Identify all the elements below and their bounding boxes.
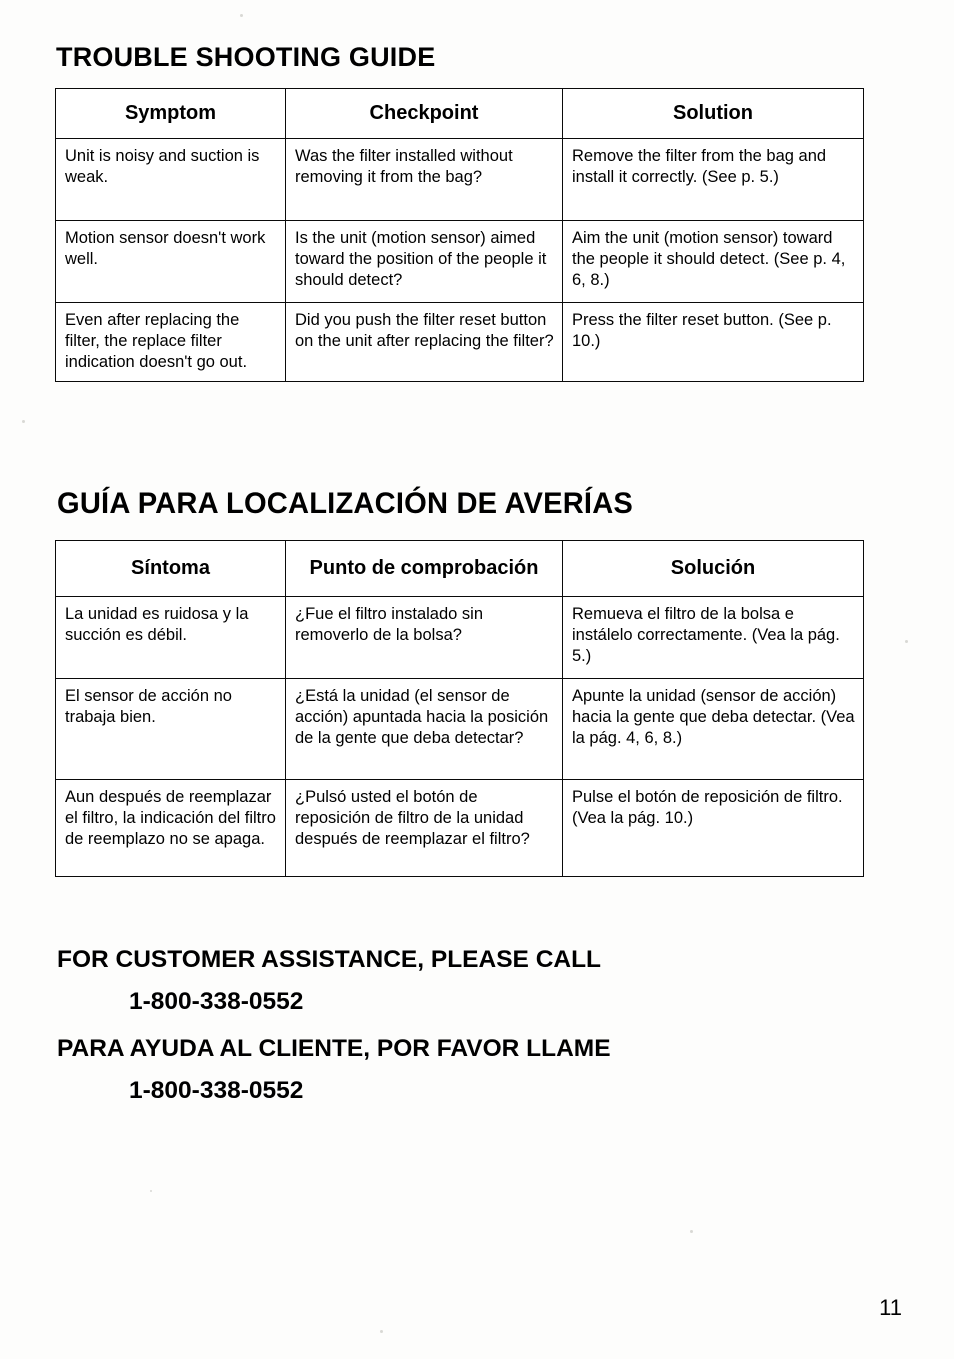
cell-solution: Remove the filter from the bag and insta… <box>562 138 864 221</box>
customer-assistance-phone-spanish: 1-800-338-0552 <box>129 1077 304 1104</box>
column-header-solution: Solution <box>562 88 864 139</box>
cell-sintoma: La unidad es ruidosa y la succión es déb… <box>55 596 286 679</box>
column-header-sintoma: Síntoma <box>55 540 286 597</box>
cell-checkpoint: Is the unit (motion sensor) aimed toward… <box>285 220 563 303</box>
cell-checkpoint: ¿Pulsó usted el botón de reposición de f… <box>285 779 563 877</box>
customer-assistance-heading-english: FOR CUSTOMER ASSISTANCE, PLEASE CALL <box>57 946 602 973</box>
column-header-punto-de-comprobacion: Punto de comprobación <box>285 540 563 597</box>
table-header-row: Symptom Checkpoint Solution <box>55 88 864 139</box>
page-number: 11 <box>879 1295 902 1320</box>
column-header-solucion: Solución <box>562 540 864 597</box>
cell-solucion: Pulse el botón de reposición de filtro. … <box>562 779 864 877</box>
customer-assistance-heading-spanish: PARA AYUDA AL CLIENTE, POR FAVOR LLAME <box>57 1035 611 1062</box>
cell-checkpoint: ¿Está la unidad (el sensor de acción) ap… <box>285 678 563 780</box>
cell-checkpoint: Did you push the filter reset button on … <box>285 302 563 382</box>
scan-speckle <box>380 1330 383 1333</box>
scan-speckle <box>690 1230 693 1233</box>
manual-page: TROUBLE SHOOTING GUIDE Symptom Checkpoin… <box>0 0 954 1359</box>
cell-solucion: Apunte la unidad (sensor de acción) haci… <box>562 678 864 780</box>
cell-symptom: Even after replacing the filter, the rep… <box>55 302 286 382</box>
cell-symptom: Unit is noisy and suction is weak. <box>55 138 286 221</box>
english-section-title: TROUBLE SHOOTING GUIDE <box>56 42 436 72</box>
trouble-shooting-table-english: Symptom Checkpoint Solution Unit is nois… <box>55 88 864 382</box>
column-header-checkpoint: Checkpoint <box>285 88 563 139</box>
scan-speckle <box>905 640 908 643</box>
cell-sintoma: El sensor de acción no trabaja bien. <box>55 678 286 780</box>
table-row: Motion sensor doesn't work well. Is the … <box>55 220 864 303</box>
table-row: Even after replacing the filter, the rep… <box>55 302 864 382</box>
column-header-symptom: Symptom <box>55 88 286 139</box>
table-row: Unit is noisy and suction is weak. Was t… <box>55 138 864 221</box>
cell-solution: Press the filter reset button. (See p. 1… <box>562 302 864 382</box>
spanish-section-title: GUÍA PARA LOCALIZACIÓN DE AVERÍAS <box>57 487 634 520</box>
cell-symptom: Motion sensor doesn't work well. <box>55 220 286 303</box>
table-row: Aun después de reemplazar el filtro, la … <box>55 779 864 877</box>
customer-assistance-phone-english: 1-800-338-0552 <box>129 988 304 1015</box>
scan-speckle <box>22 420 25 423</box>
cell-checkpoint: Was the filter installed without removin… <box>285 138 563 221</box>
cell-sintoma: Aun después de reemplazar el filtro, la … <box>55 779 286 877</box>
table-row: El sensor de acción no trabaja bien. ¿Es… <box>55 678 864 780</box>
scan-speckle <box>240 14 243 17</box>
table-header-row: Síntoma Punto de comprobación Solución <box>55 540 864 597</box>
trouble-shooting-table-spanish: Síntoma Punto de comprobación Solución L… <box>55 540 864 877</box>
cell-solucion: Remueva el filtro de la bolsa e instálel… <box>562 596 864 679</box>
cell-checkpoint: ¿Fue el filtro instalado sin removerlo d… <box>285 596 563 679</box>
scan-speckle <box>150 1190 152 1192</box>
cell-solution: Aim the unit (motion sensor) toward the … <box>562 220 864 303</box>
table-row: La unidad es ruidosa y la succión es déb… <box>55 596 864 679</box>
